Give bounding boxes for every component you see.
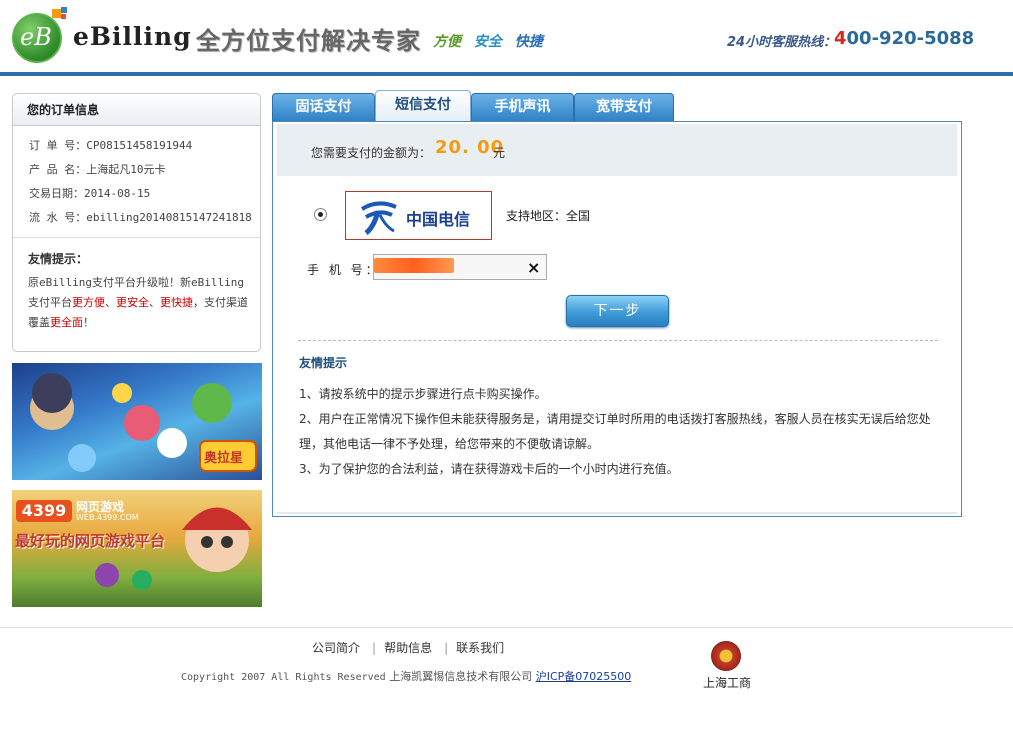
transaction-date: 交易日期：2014-08-15 — [29, 187, 151, 200]
tag-convenient: 方便 — [433, 34, 461, 50]
amount-label: 您需要支付的金额为： — [311, 146, 432, 160]
logo-square-orange — [52, 9, 61, 18]
slogan-tags: 方便 安全 快捷 — [433, 31, 551, 51]
phone-number-input[interactable]: × — [373, 254, 547, 280]
tip-item: 3、为了保护您的合法利益，请在获得游戏卡后的一个小时内进行充值。 — [299, 462, 679, 476]
sms-payment-panel: 您需要支付的金额为： 20. 00 元 中国电信 支持地区：全国 手 机 号： … — [272, 121, 962, 517]
serial-number: 流 水 号：ebilling20140815147241818 — [29, 211, 252, 224]
footer-link-contact[interactable]: 联系我们 — [456, 641, 504, 655]
china-telecom-option[interactable]: 中国电信 — [345, 191, 492, 240]
tag-secure: 安全 — [473, 34, 502, 50]
upgrade-tips-title: 友情提示： — [28, 252, 89, 266]
china-telecom-icon — [360, 201, 397, 235]
footer-links: 公司简介 | 帮助信息 | 联系我们 — [312, 641, 505, 655]
upgrade-tips-text: 原eBilling支付平台升级啦！新eBilling支付平台更方便、更安全、更快… — [28, 276, 248, 329]
slogan: 全方位支付解决专家 — [196, 27, 421, 55]
banner2-artwork — [95, 507, 252, 590]
logo-square-red — [61, 14, 66, 19]
redacted-phone — [374, 258, 454, 273]
amount-unit: 元 — [493, 146, 506, 160]
hotline-label: 24小时客服热线： — [727, 35, 837, 50]
logo-square-blue — [61, 7, 67, 13]
order-info-title: 您的订单信息 — [13, 94, 260, 126]
ebilling-logo-icon[interactable]: eB — [12, 13, 62, 63]
panel-bottom-strip — [277, 512, 957, 514]
icp-link[interactable]: 沪ICP备07025500 — [536, 670, 632, 683]
product-name: 产 品 名：上海起凡10元卡 — [29, 163, 166, 176]
supported-region: 支持地区：全国 — [506, 209, 591, 223]
hotline-number: 400-920-5088 — [834, 28, 975, 49]
header-divider — [0, 72, 1013, 76]
tab-mobile-voice[interactable]: 手机声讯 — [471, 93, 574, 122]
carrier-radio[interactable] — [314, 208, 327, 221]
next-step-button[interactable]: 下一步 — [566, 295, 669, 327]
brand-name: eBilling — [73, 22, 192, 51]
tip-item: 1、请按系统中的提示步骤进行点卡购买操作。 — [299, 387, 547, 401]
phone-label: 手 机 号： — [307, 263, 381, 277]
tab-sms-pay[interactable]: 短信支付 — [375, 90, 471, 122]
carrier-name: 中国电信 — [406, 210, 471, 229]
tip-item: 2、用户在正常情况下操作但未能获得服务是，请用提交订单时所用的电话拨打客服热线，… — [299, 412, 931, 451]
aolaxing-game-banner[interactable]: 奥拉星 — [12, 363, 262, 480]
friendly-tips-title: 友情提示 — [299, 356, 348, 370]
footer-divider — [0, 627, 1013, 628]
tab-landline-pay[interactable]: 固话支付 — [272, 93, 375, 122]
tab-broadband-pay[interactable]: 宽带支付 — [574, 93, 674, 122]
footer-link-help[interactable]: 帮助信息 — [384, 641, 432, 655]
banner1-logo: 奥拉星 — [204, 451, 244, 466]
tag-fast: 快捷 — [514, 34, 543, 50]
order-number: 订 单 号：CP08151458191944 — [29, 139, 193, 152]
copyright: Copyright 2007 All Rights Reserved 上海凯翼惕… — [181, 670, 632, 683]
amount-bar: 您需要支付的金额为： 20. 00 元 — [277, 124, 957, 176]
order-details: 订 单 号：CP08151458191944 产 品 名：上海起凡10元卡 交易… — [13, 126, 260, 238]
friendly-tips-list: 1、请按系统中的提示步骤进行点卡购买操作。 2、用户在正常情况下操作但未能获得服… — [299, 382, 939, 482]
order-info-panel: 您的订单信息 订 单 号：CP08151458191944 产 品 名：上海起凡… — [12, 93, 261, 352]
4399-game-banner[interactable]: 4399 网页游戏 WEB.4399.COM 最好玩的网页游戏平台 — [12, 490, 262, 607]
clear-icon[interactable]: × — [527, 258, 540, 277]
business-license-label: 上海工商 — [703, 676, 752, 690]
footer-link-about[interactable]: 公司简介 — [312, 641, 360, 655]
business-license-badge-icon[interactable] — [711, 641, 741, 671]
header: eB eBilling 全方位支付解决专家 方便 安全 快捷 24小时客服热线：… — [0, 0, 1013, 72]
dashed-divider — [298, 340, 938, 341]
